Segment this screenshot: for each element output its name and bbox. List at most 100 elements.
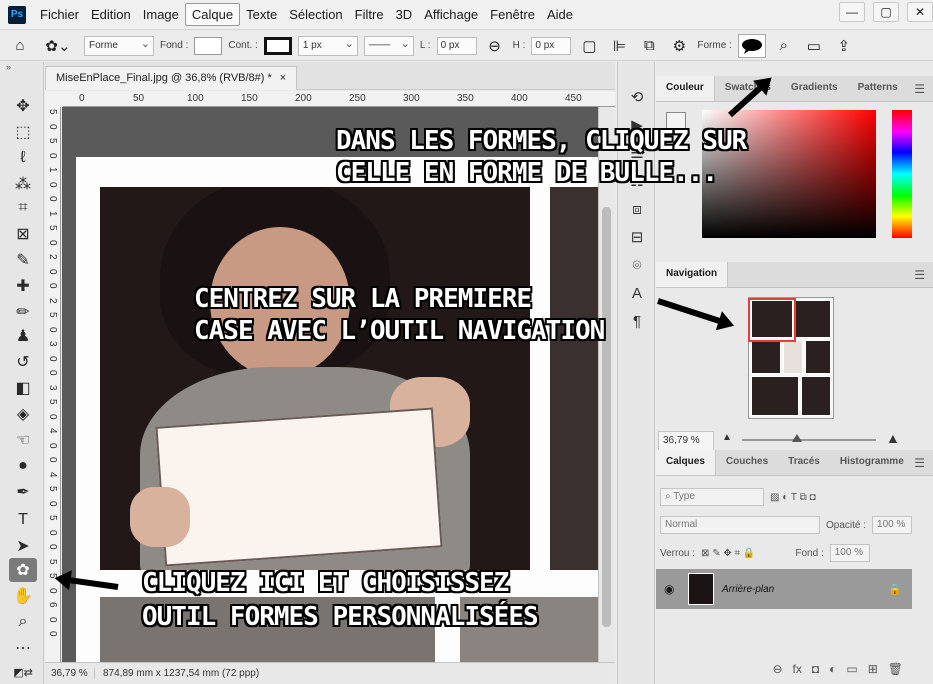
blend-mode-select[interactable]: Normal bbox=[660, 516, 820, 534]
lock-icons[interactable]: ⊠ ✎ ✥ ⌗ 🔒 bbox=[701, 548, 755, 559]
document-tab[interactable]: MiseEnPlace_Final.jpg @ 36,8% (RVB/8#) *… bbox=[45, 66, 298, 90]
workspace-icon[interactable]: ▭ bbox=[802, 35, 826, 57]
type-tool-icon[interactable]: T bbox=[9, 508, 37, 532]
stroke-swatch[interactable] bbox=[263, 36, 292, 55]
navigator-zoom-value[interactable]: 36,79 % bbox=[658, 431, 714, 451]
layer-filter-select[interactable]: ⌕ Type bbox=[660, 488, 764, 506]
hue-slider[interactable] bbox=[892, 110, 912, 238]
paths-panel-icon[interactable]: ⌾ bbox=[626, 254, 648, 276]
vertical-scrollbar[interactable] bbox=[598, 107, 614, 662]
fill-input[interactable]: 100 % bbox=[829, 544, 870, 562]
menu-affichage[interactable]: Affichage bbox=[418, 4, 484, 25]
move-tool-icon[interactable]: ✥ bbox=[9, 94, 37, 118]
tab-traces[interactable]: Tracés bbox=[778, 450, 830, 475]
tab-patterns[interactable]: Patterns bbox=[848, 76, 908, 101]
layer-row[interactable]: ◉ Arrière-plan 🔒 bbox=[656, 569, 912, 609]
layer-name[interactable]: Arrière-plan bbox=[722, 584, 774, 595]
history-brush-tool-icon[interactable]: ↺ bbox=[9, 350, 37, 374]
adjustment-icon[interactable]: ◐ bbox=[829, 662, 836, 676]
more-tools-icon[interactable]: ⋯ bbox=[9, 636, 37, 660]
fx-icon[interactable]: fx bbox=[793, 662, 802, 676]
panel-menu-icon[interactable]: ☰ bbox=[914, 82, 925, 96]
libraries-panel-icon[interactable]: ⧈ bbox=[626, 198, 648, 220]
close-icon[interactable]: ✕ bbox=[907, 2, 933, 22]
tab-gradients[interactable]: Gradients bbox=[781, 76, 848, 101]
crop-tool-icon[interactable]: ⌗ bbox=[9, 196, 37, 220]
path-arrangement-icon[interactable]: ⧉ bbox=[637, 35, 661, 57]
stamp-tool-icon[interactable]: ♟ bbox=[9, 324, 37, 348]
collapse-icon[interactable]: » bbox=[0, 62, 43, 76]
eyedropper-tool-icon[interactable]: ✎ bbox=[9, 248, 37, 272]
menu-selection[interactable]: Sélection bbox=[283, 4, 348, 25]
custom-shape-tool-preset-icon[interactable]: ✿⌄ bbox=[38, 35, 78, 57]
search-icon[interactable]: ⌕ bbox=[772, 35, 796, 57]
path-selection-tool-icon[interactable]: ➤ bbox=[9, 534, 37, 558]
history-panel-icon[interactable]: ⟲ bbox=[626, 86, 648, 108]
menu-image[interactable]: Image bbox=[137, 4, 185, 25]
menu-3d[interactable]: 3D bbox=[390, 4, 419, 25]
horizontal-ruler[interactable]: 0 50 100 150 200 250 300 350 400 450 bbox=[63, 91, 615, 107]
link-icon[interactable]: ⊖ bbox=[483, 35, 507, 57]
status-zoom[interactable]: 36,79 % bbox=[45, 668, 95, 679]
share-icon[interactable]: ⇪ bbox=[832, 35, 856, 57]
channels-panel-icon[interactable]: ⊟ bbox=[626, 226, 648, 248]
close-tab-icon[interactable]: × bbox=[280, 72, 286, 85]
path-alignment-icon[interactable]: ⊫ bbox=[607, 35, 631, 57]
tab-histogramme[interactable]: Histogramme bbox=[830, 450, 914, 475]
height-input[interactable]: 0 px bbox=[531, 36, 572, 55]
panel-menu-icon[interactable]: ☰ bbox=[914, 268, 925, 282]
filter-icons[interactable]: ▨ ◐ T ⧉ ◘ bbox=[770, 492, 816, 503]
tab-calques[interactable]: Calques bbox=[656, 450, 716, 475]
menu-filtre[interactable]: Filtre bbox=[349, 4, 390, 25]
tab-couleur[interactable]: Couleur bbox=[656, 76, 715, 101]
menu-edition[interactable]: Edition bbox=[85, 4, 137, 25]
dodge-tool-icon[interactable]: ● bbox=[9, 454, 37, 478]
mask-icon[interactable]: ◘ bbox=[812, 662, 819, 676]
lasso-tool-icon[interactable]: ℓ bbox=[9, 146, 37, 170]
character-panel-icon[interactable]: A bbox=[626, 282, 648, 304]
tab-navigation[interactable]: Navigation bbox=[656, 262, 729, 287]
frame-tool-icon[interactable]: ⊠ bbox=[9, 222, 37, 246]
paint-bucket-tool-icon[interactable]: ◈ bbox=[9, 402, 37, 426]
tab-couches[interactable]: Couches bbox=[716, 450, 778, 475]
eye-icon[interactable]: ◉ bbox=[664, 582, 674, 596]
custom-shape-tool-icon[interactable]: ✿ bbox=[9, 558, 37, 582]
marquee-tool-icon[interactable]: ⬚ bbox=[9, 120, 37, 144]
healing-brush-tool-icon[interactable]: ✚ bbox=[9, 274, 37, 298]
pen-tool-icon[interactable]: ✒ bbox=[9, 480, 37, 504]
smudge-tool-icon[interactable]: ☜ bbox=[9, 428, 37, 452]
link-layers-icon[interactable]: ⊖ bbox=[772, 662, 782, 676]
gear-icon[interactable]: ⚙ bbox=[667, 35, 691, 57]
group-icon[interactable]: ▭ bbox=[846, 662, 857, 676]
ruler-origin[interactable] bbox=[45, 91, 63, 107]
tool-mode-select[interactable]: Forme bbox=[84, 35, 154, 56]
zoom-slider[interactable] bbox=[742, 439, 876, 441]
width-input[interactable]: 0 px bbox=[436, 36, 477, 55]
zoom-tool-icon[interactable]: ⌕ bbox=[9, 610, 37, 634]
maximize-icon[interactable]: ▢ bbox=[873, 2, 899, 22]
hand-tool-icon[interactable]: ✋ bbox=[9, 584, 37, 608]
menu-calque[interactable]: Calque bbox=[184, 3, 241, 26]
panel-menu-icon[interactable]: ☰ bbox=[914, 456, 925, 470]
menu-aide[interactable]: Aide bbox=[541, 4, 579, 25]
zoom-slider-knob[interactable] bbox=[792, 434, 802, 442]
fill-swatch[interactable] bbox=[194, 36, 223, 55]
new-layer-icon[interactable]: ⊞ bbox=[868, 662, 878, 676]
shape-picker[interactable] bbox=[737, 33, 766, 58]
opacity-input[interactable]: 100 % bbox=[872, 516, 913, 534]
brush-tool-icon[interactable]: ✏ bbox=[9, 300, 37, 324]
magic-wand-tool-icon[interactable]: ⁂ bbox=[9, 172, 37, 196]
zoom-in-icon[interactable]: ▲ bbox=[886, 430, 900, 446]
stroke-width-select[interactable]: 1 px bbox=[297, 35, 358, 56]
default-colors-icon[interactable]: ◩⇄ bbox=[9, 660, 37, 684]
minimize-icon[interactable]: — bbox=[839, 2, 865, 22]
menu-texte[interactable]: Texte bbox=[240, 4, 283, 25]
eraser-tool-icon[interactable]: ◧ bbox=[9, 376, 37, 400]
stroke-type-select[interactable]: ─── bbox=[363, 35, 414, 56]
scrollbar-thumb[interactable] bbox=[602, 207, 611, 627]
navigator-view-box[interactable] bbox=[748, 298, 796, 342]
zoom-out-icon[interactable]: ▲ bbox=[722, 432, 732, 443]
trash-icon[interactable]: 🗑 bbox=[888, 662, 903, 676]
menu-fichier[interactable]: Fichier bbox=[34, 4, 85, 25]
home-icon[interactable]: ⌂ bbox=[8, 35, 32, 57]
